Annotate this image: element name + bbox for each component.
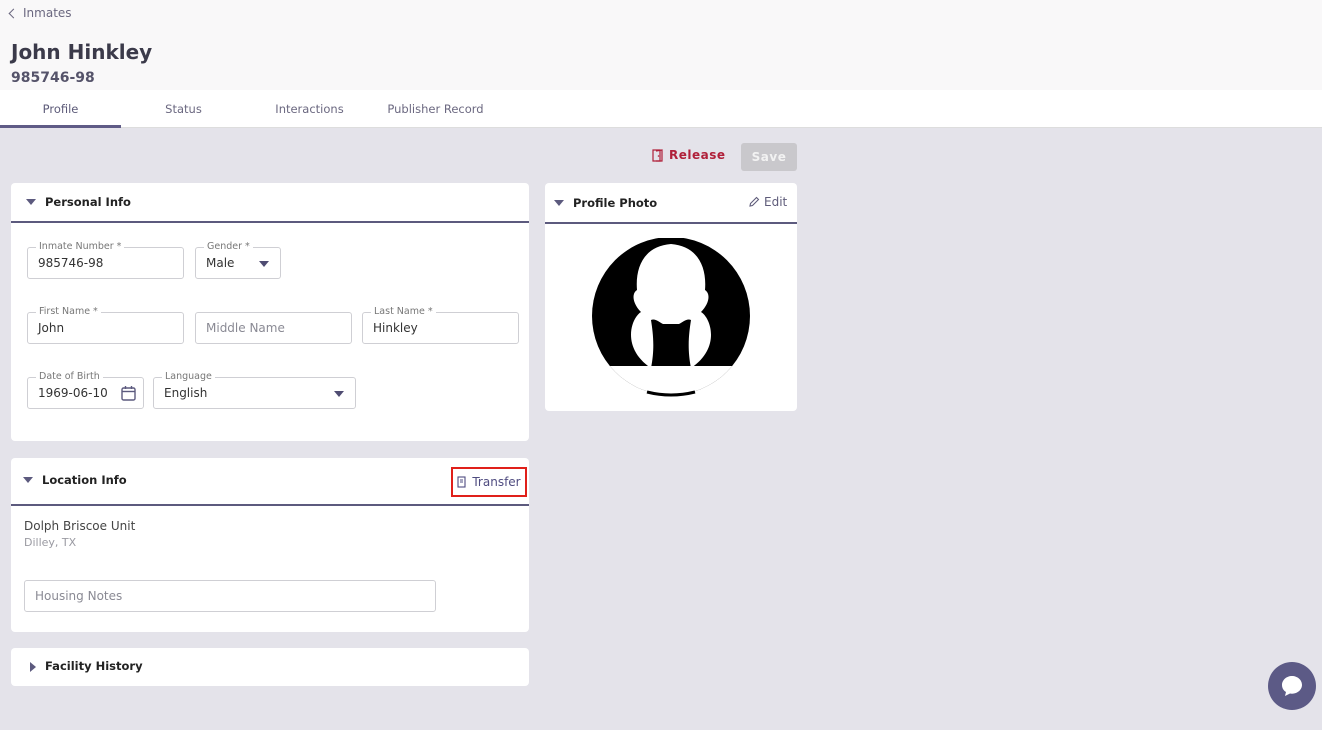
language-select[interactable]: Language English <box>153 371 356 409</box>
gender-select[interactable]: Gender * Male <box>195 241 281 279</box>
transfer-label: Transfer <box>472 475 521 489</box>
language-label: Language <box>162 371 215 382</box>
edit-photo-button[interactable]: Edit <box>748 195 787 209</box>
tab-publisher-record[interactable]: Publisher Record <box>375 90 496 128</box>
tab-profile[interactable]: Profile <box>0 90 121 128</box>
first-name-value: John <box>38 321 65 335</box>
last-name-field[interactable]: Last Name * Hinkley <box>362 306 519 344</box>
collapse-caret-icon <box>23 477 33 483</box>
calendar-icon[interactable] <box>121 385 136 401</box>
dob-value: 1969-06-10 <box>38 386 108 400</box>
chevron-left-icon <box>8 8 19 18</box>
edit-label: Edit <box>764 195 788 209</box>
avatar <box>592 238 750 397</box>
collapse-caret-icon <box>26 199 36 205</box>
profile-photo-card: Profile Photo <box>545 183 797 411</box>
transfer-icon <box>457 476 466 488</box>
middle-name-field[interactable]: Middle Name <box>195 312 352 344</box>
chevron-down-icon <box>334 391 344 397</box>
collapse-caret-icon <box>554 200 564 206</box>
dob-label: Date of Birth <box>36 371 103 382</box>
inmate-number-field[interactable]: Inmate Number * 985746-98 <box>27 241 184 279</box>
facility-history-card[interactable]: Facility History <box>11 648 529 686</box>
last-name-label: Last Name * <box>371 306 436 317</box>
date-of-birth-field[interactable]: Date of Birth 1969-06-10 <box>27 371 144 409</box>
pencil-icon <box>749 196 760 207</box>
last-name-value: Hinkley <box>373 321 418 335</box>
housing-notes-placeholder: Housing Notes <box>35 589 123 603</box>
inmate-id: 985746-98 <box>11 70 95 86</box>
first-name-label: First Name * <box>36 306 101 317</box>
inmate-number-label: Inmate Number * <box>36 241 125 252</box>
gender-label: Gender * <box>204 241 253 252</box>
gender-value: Male <box>206 256 235 270</box>
release-label: Release <box>669 148 726 162</box>
chevron-down-icon <box>259 261 269 267</box>
breadcrumb[interactable]: Inmates <box>8 6 72 20</box>
transfer-button[interactable]: Transfer <box>451 467 527 497</box>
facility-city: Dilley, TX <box>24 536 77 549</box>
personal-info-title: Personal Info <box>45 195 131 209</box>
facility-history-header[interactable]: Facility History <box>11 648 529 686</box>
save-button[interactable]: Save <box>741 143 797 171</box>
location-info-title: Location Info <box>42 473 127 487</box>
middle-name-placeholder: Middle Name <box>206 321 285 335</box>
breadcrumb-label[interactable]: Inmates <box>23 6 72 20</box>
first-name-field[interactable]: First Name * John <box>27 306 184 344</box>
inmate-number-value: 985746-98 <box>38 256 104 270</box>
expand-caret-icon <box>30 662 36 672</box>
facility-history-title: Facility History <box>45 659 143 673</box>
profile-photo-title: Profile Photo <box>573 196 658 210</box>
release-button[interactable]: Release <box>652 148 726 162</box>
language-value: English <box>164 386 208 400</box>
personal-info-header[interactable]: Personal Info <box>11 183 529 223</box>
chat-button[interactable] <box>1268 662 1316 710</box>
release-icon <box>652 148 663 162</box>
tab-status[interactable]: Status <box>123 90 244 128</box>
tab-bar: Profile Status Interactions Publisher Re… <box>0 90 1322 128</box>
page-header: Inmates John Hinkley 985746-98 <box>0 0 1322 90</box>
tab-interactions[interactable]: Interactions <box>249 90 370 128</box>
facility-name: Dolph Briscoe Unit <box>24 519 136 533</box>
housing-notes-input[interactable]: Housing Notes <box>24 580 436 612</box>
page-title: John Hinkley <box>11 40 153 64</box>
chat-icon <box>1282 676 1302 696</box>
